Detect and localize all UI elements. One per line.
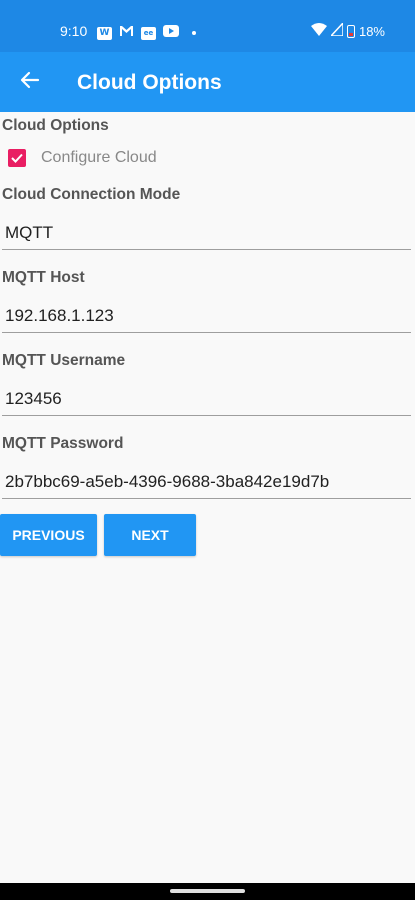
connection-mode-field[interactable]: MQTT (2, 216, 411, 250)
youtube-icon (163, 24, 179, 42)
gmail-icon (119, 24, 134, 42)
username-label: MQTT Username (2, 352, 126, 369)
screen: 9:10 W ee 18% Cloud Options Cloud Option… (0, 0, 415, 900)
status-bar: 9:10 W ee 18% (0, 0, 415, 52)
page-title: Cloud Options (77, 71, 222, 94)
arrow-left-icon (20, 70, 40, 95)
navigation-bar (0, 883, 415, 900)
wifi-icon (310, 23, 327, 39)
configure-cloud-checkbox-row[interactable]: Configure Cloud (8, 146, 157, 170)
battery-percent: 18% (358, 23, 385, 39)
password-field[interactable]: 2b7bbc69-a5eb-4396-9688-3ba842e19d7b (2, 465, 411, 499)
check-icon (11, 153, 23, 163)
password-value: 2b7bbc69-a5eb-4396-9688-3ba842e19d7b (5, 472, 330, 491)
connection-mode-value: MQTT (5, 223, 54, 242)
host-value: 192.168.1.123 (5, 306, 114, 325)
previous-button[interactable]: PREVIOUS (0, 514, 97, 556)
next-button[interactable]: NEXT (104, 514, 196, 556)
status-time: 9:10 (60, 23, 88, 39)
password-label: MQTT Password (2, 435, 124, 452)
app-icon: ee (141, 26, 156, 40)
battery-icon (346, 24, 355, 38)
system-icons: 18% (310, 21, 385, 39)
connection-mode-label: Cloud Connection Mode (2, 186, 181, 203)
home-handle[interactable] (170, 889, 245, 893)
section-title: Cloud Options (2, 117, 109, 134)
username-value: 123456 (5, 389, 62, 408)
w-icon: W (97, 26, 112, 40)
dot-icon (192, 31, 196, 35)
configure-cloud-label: Configure Cloud (41, 149, 157, 166)
host-field[interactable]: 192.168.1.123 (2, 299, 411, 333)
back-button[interactable] (10, 62, 50, 102)
configure-cloud-checkbox[interactable] (8, 149, 26, 167)
notification-icons: W ee (97, 24, 196, 42)
username-field[interactable]: 123456 (2, 382, 411, 416)
signal-icon (329, 21, 344, 39)
host-label: MQTT Host (2, 269, 85, 286)
app-bar: Cloud Options (0, 52, 415, 112)
